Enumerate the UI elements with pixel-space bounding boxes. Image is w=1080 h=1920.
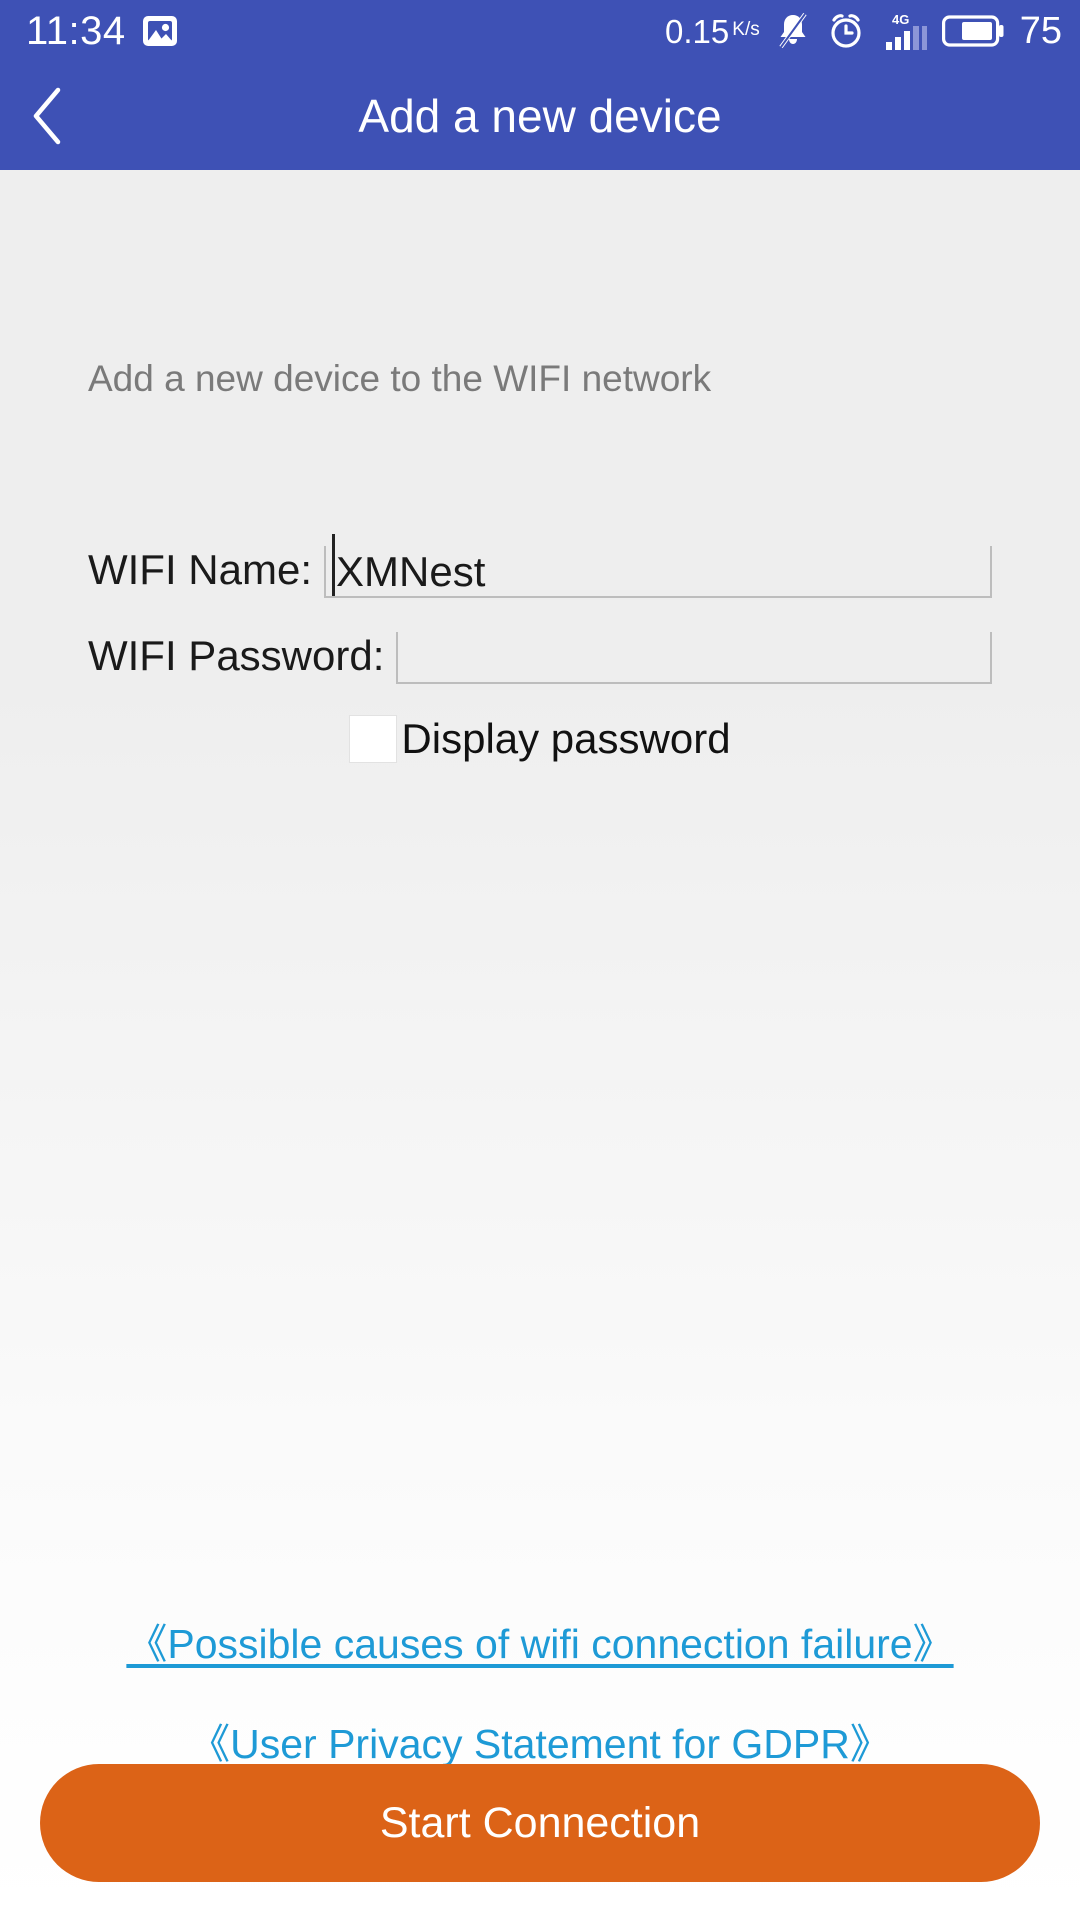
- display-password-checkbox[interactable]: [349, 715, 398, 763]
- phone-screen: 11:34 0.15 K/s 4G 75 Add a new device Ad…: [0, 0, 1080, 1920]
- display-password-label: Display password: [401, 715, 731, 762]
- footer-links: 《Possible causes of wifi connection fail…: [0, 1610, 1080, 1770]
- wifi-failure-causes-link[interactable]: 《Possible causes of wifi connection fail…: [126, 1610, 953, 1670]
- wifi-password-input[interactable]: [396, 632, 992, 684]
- status-bar: 11:34 0.15 K/s 4G 75: [0, 0, 1080, 62]
- status-bar-right: 0.15 K/s 4G 75: [665, 10, 1062, 52]
- gdpr-privacy-statement-link[interactable]: 《User Privacy Statement for GDPR》: [189, 1710, 891, 1770]
- network-speed-unit: K/s: [732, 18, 760, 40]
- back-button[interactable]: [0, 62, 96, 170]
- bell-muted-icon: [774, 11, 812, 51]
- wifi-name-value: XMNest: [336, 548, 486, 595]
- wifi-name-input[interactable]: XMNest: [324, 534, 992, 598]
- wifi-password-row: WIFI Password:: [0, 628, 1080, 684]
- battery-icon: [941, 14, 1004, 48]
- status-bar-left: 11:34: [26, 11, 178, 51]
- back-chevron-icon: [26, 85, 70, 147]
- text-cursor: [332, 534, 336, 596]
- wifi-password-label: WIFI Password:: [88, 632, 385, 679]
- wifi-name-row: WIFI Name: XMNest: [0, 534, 1080, 598]
- svg-text:4G: 4G: [892, 12, 909, 27]
- status-clock: 11:34: [26, 9, 126, 53]
- app-bar: Add a new device: [0, 62, 1080, 170]
- battery-level: 75: [1019, 10, 1062, 52]
- alarm-clock-icon: [826, 11, 866, 51]
- wifi-name-label: WIFI Name:: [88, 546, 313, 593]
- cta-container: Start Connection: [0, 1764, 1080, 1882]
- start-connection-button[interactable]: Start Connection: [40, 1764, 1040, 1882]
- main-content: Add a new device to the WIFI network WIF…: [0, 170, 1080, 1920]
- page-subtitle: Add a new device to the WIFI network: [88, 358, 712, 399]
- page-title: Add a new device: [358, 90, 722, 142]
- image-icon: [142, 14, 178, 48]
- network-speed-value: 0.15: [665, 12, 730, 50]
- display-password-row[interactable]: Display password: [0, 715, 1080, 763]
- cellular-signal-icon: 4G: [880, 10, 928, 52]
- network-speed: 0.15 K/s: [665, 15, 760, 48]
